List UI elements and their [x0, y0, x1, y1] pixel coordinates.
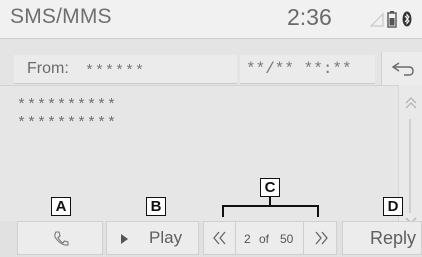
- play-button[interactable]: Play: [106, 221, 199, 255]
- callout-c: C: [260, 178, 280, 197]
- phone-icon: [54, 231, 69, 246]
- reply-button[interactable]: Reply: [342, 221, 422, 255]
- page-of-label: of: [259, 232, 270, 246]
- double-chevron-up-icon[interactable]: [400, 93, 422, 113]
- page-total: 50: [280, 232, 294, 246]
- message-line: **********: [17, 97, 118, 114]
- app-title: SMS/MMS: [10, 5, 112, 28]
- sender-value: ******: [85, 63, 146, 80]
- date-time-value: **/** **:**: [246, 60, 352, 78]
- callout-b: B: [146, 197, 166, 216]
- play-label: Play: [149, 228, 183, 247]
- reply-label: Reply: [370, 228, 417, 248]
- next-message-button[interactable]: [303, 221, 337, 255]
- previous-message-button[interactable]: [203, 221, 236, 255]
- callout-a: A: [51, 197, 71, 216]
- bluetooth-icon: [402, 11, 412, 27]
- play-triangle-icon: [121, 234, 128, 244]
- scroll-track[interactable]: [409, 119, 411, 213]
- double-chevron-right-icon: [315, 231, 328, 245]
- clock: 2:36: [287, 4, 332, 30]
- back-button[interactable]: [381, 52, 422, 85]
- double-chevron-left-icon: [213, 231, 226, 245]
- message-line: **********: [17, 115, 118, 132]
- from-label: From:: [27, 60, 69, 77]
- callout-c-bracket-right: [317, 205, 319, 217]
- signal-icon: [370, 12, 384, 27]
- callout-c-bracket: [222, 205, 318, 207]
- callout-c-bracket-left: [222, 205, 224, 217]
- callout-d: D: [383, 197, 403, 216]
- page-current: 2: [244, 232, 251, 246]
- return-arrow-icon: [391, 62, 414, 76]
- call-button[interactable]: [17, 221, 103, 255]
- battery-icon: [387, 11, 397, 28]
